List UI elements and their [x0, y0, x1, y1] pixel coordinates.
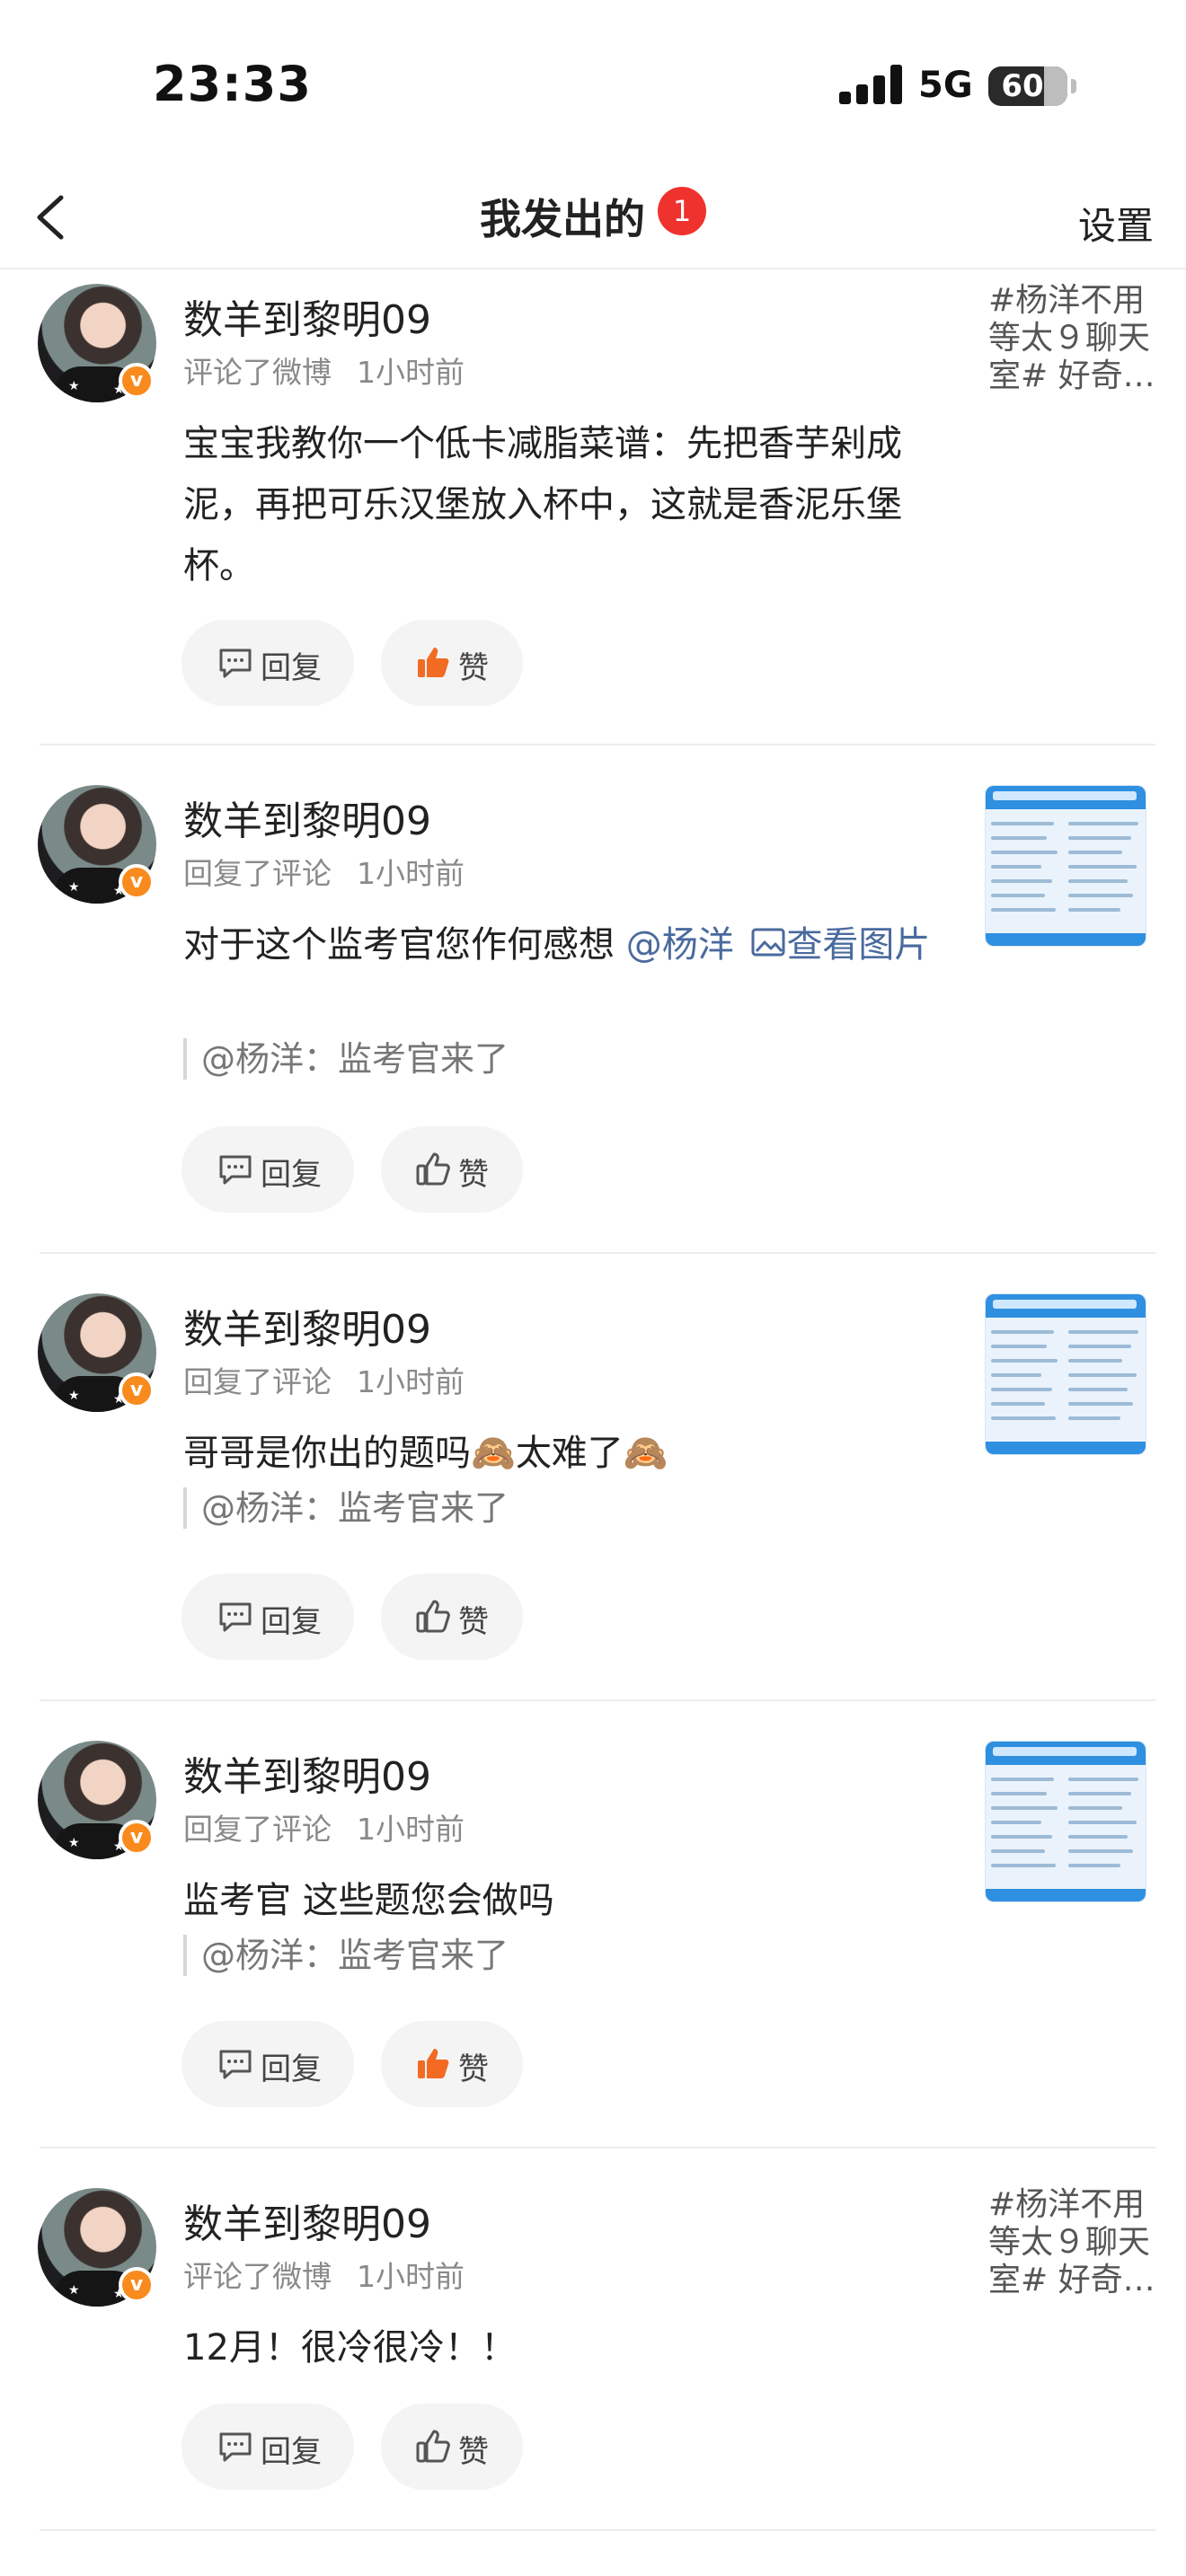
post-thumbnail[interactable]: [985, 1293, 1146, 1455]
reply-button[interactable]: 回复: [181, 1574, 354, 1660]
like-label: 赞: [458, 1604, 489, 1640]
action-text: 回复了评论: [183, 856, 332, 891]
original-post-preview[interactable]: #杨洋不用等太９聊天室# 好奇…: [988, 2186, 1159, 2299]
verified-badge-icon: v: [119, 2267, 155, 2303]
comment-icon: [219, 1155, 252, 1185]
verified-badge-icon: v: [119, 363, 155, 399]
comment-item: ★ ★ v 数羊到黎明09 评论了微博 1小时前 12月！很冷很冷！！ #杨洋不用等…: [0, 2148, 1186, 2531]
thumbs-up-icon: [416, 2430, 450, 2463]
action-text: 评论了微博: [183, 2259, 332, 2294]
username[interactable]: 数羊到黎明09: [183, 1297, 431, 1354]
reply-label: 回复: [261, 1157, 322, 1193]
comment-body: 太难了: [515, 1433, 624, 1474]
reply-label: 回复: [261, 2434, 322, 2470]
reply-button[interactable]: 回复: [181, 2021, 354, 2107]
comment-icon: [219, 2432, 252, 2462]
thumbs-up-filled-icon: [418, 2049, 449, 2078]
action-text: 评论了微博: [183, 355, 332, 390]
battery-cap: [1071, 79, 1076, 93]
time-ago: 1小时前: [357, 1364, 465, 1399]
like-label: 赞: [458, 2434, 489, 2470]
comment-meta: 回复了评论 1小时前: [183, 1358, 465, 1401]
comment-text[interactable]: 对于这个监考官您作何感想 @杨洋 查看图片: [183, 914, 965, 975]
reply-button[interactable]: 回复: [181, 620, 354, 706]
comment-feed: ★ ★ v 数羊到黎明09 评论了微博 1小时前 宝宝我教你一个低卡减脂菜谱：先把香…: [0, 271, 1186, 2531]
comment-meta: 评论了微博 1小时前: [183, 348, 465, 392]
settings-button[interactable]: 设置: [1078, 196, 1154, 251]
monkey-emoji-icon: 🙈: [471, 1433, 516, 1474]
comment-icon: [219, 1602, 252, 1632]
mention-link[interactable]: @杨洋: [626, 924, 734, 966]
verified-badge-icon: v: [119, 1372, 155, 1408]
username[interactable]: 数羊到黎明09: [183, 2192, 431, 2249]
thumbs-up-icon: [416, 1600, 450, 1633]
comment-item: ★ ★ v 数羊到黎明09 回复了评论 1小时前 对于这个监考官您作何感想 @杨洋 …: [0, 745, 1186, 1254]
status-time: 23:33: [153, 56, 312, 112]
like-button[interactable]: 赞: [381, 2021, 523, 2107]
reply-label: 回复: [261, 650, 322, 686]
verified-badge-icon: v: [119, 1820, 155, 1856]
comment-item: ★ ★ v 数羊到黎明09 回复了评论 1小时前 监考官 这些题您会做吗 @杨洋：监…: [0, 1701, 1186, 2148]
like-button[interactable]: 赞: [381, 620, 523, 706]
thumbs-up-filled-icon: [418, 648, 449, 677]
like-label: 赞: [458, 2051, 489, 2087]
divider: [40, 2529, 1155, 2531]
like-button[interactable]: 赞: [381, 1574, 523, 1660]
time-ago: 1小时前: [357, 355, 465, 390]
verified-badge-icon: v: [119, 864, 155, 900]
quoted-comment[interactable]: @杨洋：监考官来了: [183, 1935, 509, 1976]
action-text: 回复了评论: [183, 1364, 332, 1399]
comment-text[interactable]: 哥哥是你出的题吗🙈太难了🙈: [183, 1423, 965, 1484]
time-ago: 1小时前: [357, 2259, 465, 2294]
page-title: 我发出的: [480, 195, 645, 243]
action-text: 回复了评论: [183, 1812, 332, 1847]
status-bar: 23:33 5G 60: [0, 0, 1186, 171]
battery-icon: 60: [988, 66, 1067, 106]
post-thumbnail[interactable]: [985, 785, 1146, 947]
comment-meta: 回复了评论 1小时前: [183, 1805, 465, 1848]
comment-text[interactable]: 12月！很冷很冷！！: [183, 2317, 965, 2378]
like-label: 赞: [458, 650, 489, 686]
username[interactable]: 数羊到黎明09: [183, 1744, 431, 1802]
signal-icon: [839, 65, 902, 104]
comment-meta: 评论了微博 1小时前: [183, 2253, 465, 2296]
nav-bar: 我发出的 1 设置: [0, 171, 1186, 269]
monkey-emoji-icon: 🙈: [623, 1433, 668, 1474]
comment-icon: [219, 2050, 252, 2079]
comment-icon: [219, 648, 252, 678]
battery-level: 60: [1001, 68, 1044, 104]
username[interactable]: 数羊到黎明09: [183, 287, 431, 345]
reply-button[interactable]: 回复: [181, 2404, 354, 2490]
image-icon: [751, 928, 785, 957]
post-thumbnail[interactable]: [985, 1741, 1146, 1902]
like-button[interactable]: 赞: [381, 1126, 523, 1213]
network-type: 5G: [918, 65, 973, 106]
username[interactable]: 数羊到黎明09: [183, 789, 431, 846]
comment-text[interactable]: 监考官 这些题您会做吗: [183, 1870, 965, 1931]
original-post-preview[interactable]: #杨洋不用等太９聊天室# 好奇…: [988, 282, 1159, 395]
unread-badge: 1: [658, 187, 706, 235]
comment-item: ★ ★ v 数羊到黎明09 回复了评论 1小时前 哥哥是你出的题吗🙈太难了🙈 @杨洋…: [0, 1254, 1186, 1701]
comment-meta: 回复了评论 1小时前: [183, 850, 465, 893]
thumbs-up-icon: [416, 1152, 450, 1186]
reply-button[interactable]: 回复: [181, 1126, 354, 1213]
comment-body: 对于这个监考官您作何感想: [183, 924, 615, 966]
time-ago: 1小时前: [357, 1812, 465, 1847]
comment-text[interactable]: 宝宝我教你一个低卡减脂菜谱：先把香芋剁成泥，再把可乐汉堡放入杯中，这就是香泥乐堡…: [183, 413, 965, 596]
reply-label: 回复: [261, 1604, 322, 1640]
comment-item: ★ ★ v 数羊到黎明09 评论了微博 1小时前 宝宝我教你一个低卡减脂菜谱：先把香…: [0, 271, 1186, 745]
quoted-comment[interactable]: @杨洋：监考官来了: [183, 1487, 509, 1529]
comment-body: 哥哥是你出的题吗: [183, 1433, 471, 1474]
reply-label: 回复: [261, 2051, 322, 2087]
like-button[interactable]: 赞: [381, 2404, 523, 2490]
time-ago: 1小时前: [357, 856, 465, 891]
like-label: 赞: [458, 1157, 489, 1193]
view-image-link[interactable]: 查看图片: [786, 924, 930, 966]
quoted-comment[interactable]: @杨洋：监考官来了: [183, 1038, 509, 1080]
